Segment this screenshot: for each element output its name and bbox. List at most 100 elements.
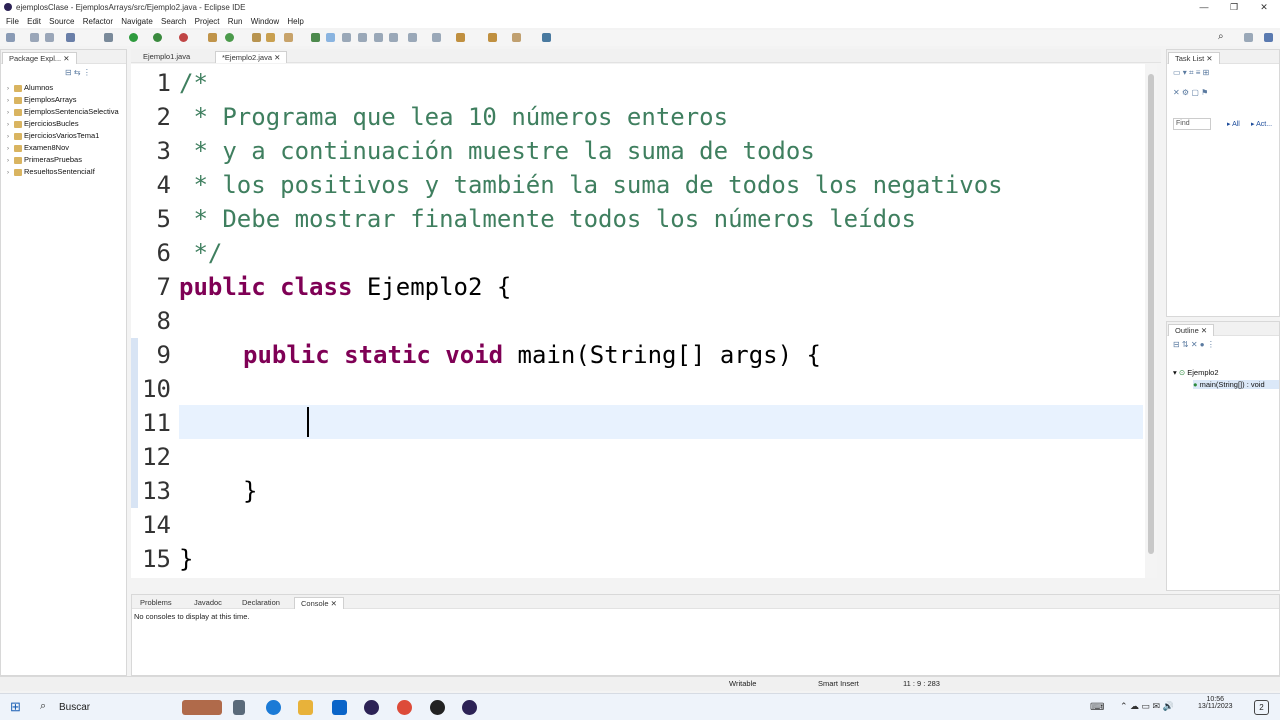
tab-package-explorer[interactable]: Package Expl... ✕ [2, 52, 77, 64]
vertical-scrollbar[interactable] [1145, 64, 1157, 578]
menu-window[interactable]: Window [251, 15, 279, 28]
eclipse-active-icon[interactable] [462, 700, 477, 715]
pin-editor-icon[interactable] [542, 33, 551, 42]
close-icon[interactable]: ✕ [331, 599, 337, 608]
run-icon[interactable] [129, 33, 138, 42]
folder-icon [14, 132, 22, 140]
chrome-icon[interactable] [397, 700, 412, 715]
outline-class-item[interactable]: ▾ ⊙ Ejemplo2 [1173, 368, 1219, 377]
menu-run[interactable]: Run [228, 15, 243, 28]
open-type-icon[interactable] [252, 33, 261, 42]
maximize-button[interactable]: ❐ [1218, 0, 1250, 15]
status-bar: Writable Smart Insert 11 : 9 : 283 [0, 676, 1280, 691]
tab-ejemplo1[interactable]: Ejemplo1.java [137, 51, 196, 63]
task-view-icon[interactable] [233, 700, 245, 715]
close-icon[interactable]: ✕ [274, 53, 280, 62]
find-input[interactable]: Find [1173, 118, 1211, 130]
edge-icon[interactable] [266, 700, 281, 715]
eclipse-icon[interactable] [364, 700, 379, 715]
keyword: public static void [243, 341, 504, 369]
menu-project[interactable]: Project [195, 15, 220, 28]
outline-method-item[interactable]: ● main(String[]) : void [1193, 380, 1279, 389]
menu-edit[interactable]: Edit [27, 15, 41, 28]
all-link[interactable]: ▸ All [1227, 120, 1240, 128]
folder-icon [14, 96, 22, 104]
tab-declaration[interactable]: Declaration [236, 597, 286, 609]
menu-source[interactable]: Source [49, 15, 74, 28]
save-icon[interactable] [30, 33, 39, 42]
next-annotation-icon[interactable] [408, 33, 417, 42]
project-item[interactable]: › PrimerasPruebas [7, 155, 82, 164]
line-number: 13 [142, 477, 171, 505]
project-item[interactable]: › EjerciciosVariosTema1 [7, 131, 99, 140]
new-icon[interactable] [6, 33, 15, 42]
code-line-6: */ [179, 239, 223, 267]
forward-icon[interactable] [512, 33, 521, 42]
tab-console[interactable]: Console ✕ [294, 597, 344, 609]
method-declaration: main(String[] args) { [503, 341, 821, 369]
scrollbar-thumb[interactable] [1148, 74, 1154, 554]
notifications-badge[interactable]: 2 [1254, 700, 1269, 715]
project-item[interactable]: › Examen8Nov [7, 143, 69, 152]
task-filter-icons[interactable]: ✕ ⚙ ▢ ⚑ [1173, 88, 1208, 97]
tab-javadoc[interactable]: Javadoc [188, 597, 228, 609]
open-task-icon[interactable] [266, 33, 275, 42]
external-tools-icon[interactable] [179, 33, 188, 42]
annotation-icon[interactable] [311, 33, 320, 42]
line-number: 8 [156, 307, 171, 335]
prev-annotation-icon[interactable] [432, 33, 441, 42]
task-toolbar-icons[interactable]: ▭ ▾ ⌗ ≡ ⊞ [1173, 68, 1209, 78]
tab-task-list[interactable]: Task List ✕ [1168, 52, 1220, 64]
java-perspective-icon[interactable] [1264, 33, 1273, 42]
code-editor[interactable]: 1 2 3 4 5 6 7 8 9 10 11 12 13 14 15 /* *… [131, 64, 1157, 578]
collapse-all-icon[interactable]: ⊟ ⇆ ⋮ [65, 68, 91, 77]
minimize-button[interactable]: — [1188, 0, 1220, 15]
menu-refactor[interactable]: Refactor [83, 15, 113, 28]
new-java-project-icon[interactable] [208, 33, 217, 42]
status-writable: Writable [729, 679, 757, 688]
show-whitespace-icon[interactable] [374, 33, 383, 42]
file-explorer-icon[interactable] [298, 700, 313, 715]
activate-link[interactable]: ▸ Act... [1251, 120, 1272, 128]
project-item[interactable]: › ResueltosSentenciaIf [7, 167, 95, 176]
pilcrow-icon[interactable] [389, 33, 398, 42]
new-class-icon[interactable] [225, 33, 234, 42]
search-icon[interactable]: ⌕ [1218, 31, 1227, 42]
media-app-icon[interactable] [430, 700, 445, 715]
close-icon[interactable]: ✕ [1206, 54, 1212, 63]
debug-icon[interactable] [104, 33, 113, 42]
search-toolbar-icon[interactable] [284, 33, 293, 42]
toggle-mark-icon[interactable] [326, 33, 335, 42]
print-icon[interactable] [66, 33, 75, 42]
close-icon[interactable]: ✕ [1201, 326, 1207, 335]
keyboard-icon[interactable]: ⌨ [1090, 702, 1104, 713]
menu-help[interactable]: Help [287, 15, 303, 28]
close-window-button[interactable]: ✕ [1248, 0, 1280, 15]
menu-search[interactable]: Search [161, 15, 186, 28]
close-icon[interactable]: ✕ [63, 54, 69, 63]
menu-file[interactable]: File [6, 15, 19, 28]
windows-start-icon[interactable]: ⊞ [10, 699, 21, 715]
coverage-icon[interactable] [153, 33, 162, 42]
menu-navigate[interactable]: Navigate [121, 15, 153, 28]
project-item[interactable]: › EjerciciosBucles [7, 119, 79, 128]
search-icon[interactable]: ⌕ [40, 700, 46, 713]
tab-problems[interactable]: Problems [134, 597, 178, 609]
tray-icons[interactable]: ⌃ ☁ ▭ ✉ 🔊 [1120, 701, 1174, 712]
clock[interactable]: 10:56 13/11/2023 [1198, 696, 1233, 710]
last-edit-icon[interactable] [456, 33, 465, 42]
mail-icon[interactable] [332, 700, 347, 715]
tab-ejemplo2[interactable]: *Ejemplo2.java ✕ [215, 51, 288, 63]
project-item[interactable]: › Alumnos [7, 83, 53, 92]
windows-taskbar: ⊞ ⌕ Buscar ⌨ ⌃ ☁ ▭ ✉ 🔊 10:56 13/11/2023 2 [0, 693, 1280, 720]
word-wrap-icon[interactable] [358, 33, 367, 42]
taskbar-search[interactable]: Buscar [59, 702, 90, 713]
back-icon[interactable] [488, 33, 497, 42]
open-perspective-icon[interactable] [1244, 33, 1253, 42]
outline-toolbar-icons[interactable]: ⊟ ⇅ ✕ ● ⋮ [1173, 340, 1215, 349]
tab-outline[interactable]: Outline ✕ [1168, 324, 1215, 336]
project-item[interactable]: › EjemplosSentenciaSelectiva [7, 107, 119, 116]
save-all-icon[interactable] [45, 33, 54, 42]
project-item[interactable]: › EjemplosArrays [7, 95, 77, 104]
block-selection-icon[interactable] [342, 33, 351, 42]
